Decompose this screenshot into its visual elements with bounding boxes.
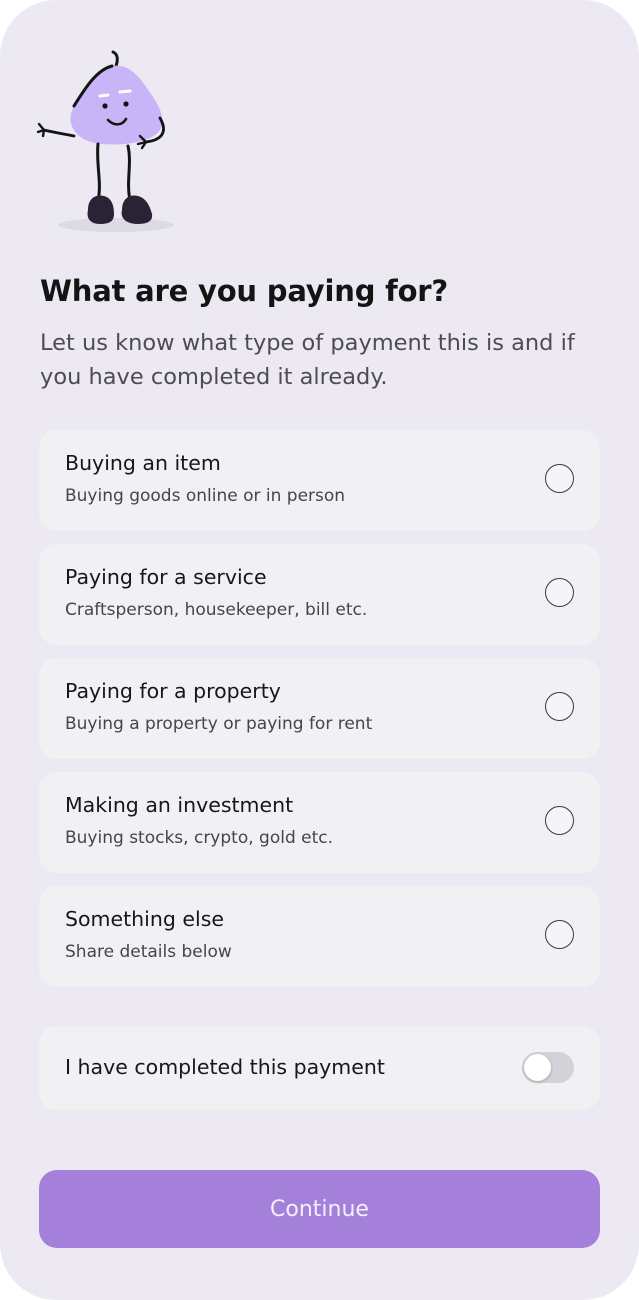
option-title: Making an investment xyxy=(65,793,294,817)
option-description: Buying stocks, crypto, gold etc. xyxy=(65,828,334,848)
radio-circle-icon[interactable] xyxy=(545,920,574,949)
option-making-investment[interactable]: Making an investment Buying stocks, cryp… xyxy=(39,772,600,873)
option-title: Paying for a service xyxy=(65,565,267,589)
radio-circle-icon[interactable] xyxy=(545,464,574,493)
option-description: Buying goods online or in person xyxy=(65,486,346,506)
page-title: What are you paying for? xyxy=(40,274,449,308)
radio-circle-icon[interactable] xyxy=(545,806,574,835)
option-description: Craftsperson, housekeeper, bill etc. xyxy=(65,600,368,620)
completed-payment-label: I have completed this payment xyxy=(65,1055,385,1079)
mascot-illustration xyxy=(36,50,174,232)
payment-type-screen: What are you paying for? Let us know wha… xyxy=(0,0,639,1300)
option-buying-item[interactable]: Buying an item Buying goods online or in… xyxy=(39,430,600,531)
option-title: Paying for a property xyxy=(65,679,281,703)
option-paying-service[interactable]: Paying for a service Craftsperson, house… xyxy=(39,544,600,645)
option-description: Buying a property or paying for rent xyxy=(65,714,373,734)
completed-payment-row: I have completed this payment xyxy=(39,1026,600,1110)
option-title: Something else xyxy=(65,907,224,931)
option-title: Buying an item xyxy=(65,451,221,475)
page-subtitle: Let us know what type of payment this is… xyxy=(40,330,575,390)
option-description: Share details below xyxy=(65,942,232,962)
radio-circle-icon[interactable] xyxy=(545,692,574,721)
completed-payment-toggle[interactable] xyxy=(522,1052,574,1083)
option-paying-property[interactable]: Paying for a property Buying a property … xyxy=(39,658,600,759)
option-something-else[interactable]: Something else Share details below xyxy=(39,886,600,987)
toggle-knob xyxy=(524,1054,551,1081)
continue-button[interactable]: Continue xyxy=(39,1170,600,1248)
radio-circle-icon[interactable] xyxy=(545,578,574,607)
